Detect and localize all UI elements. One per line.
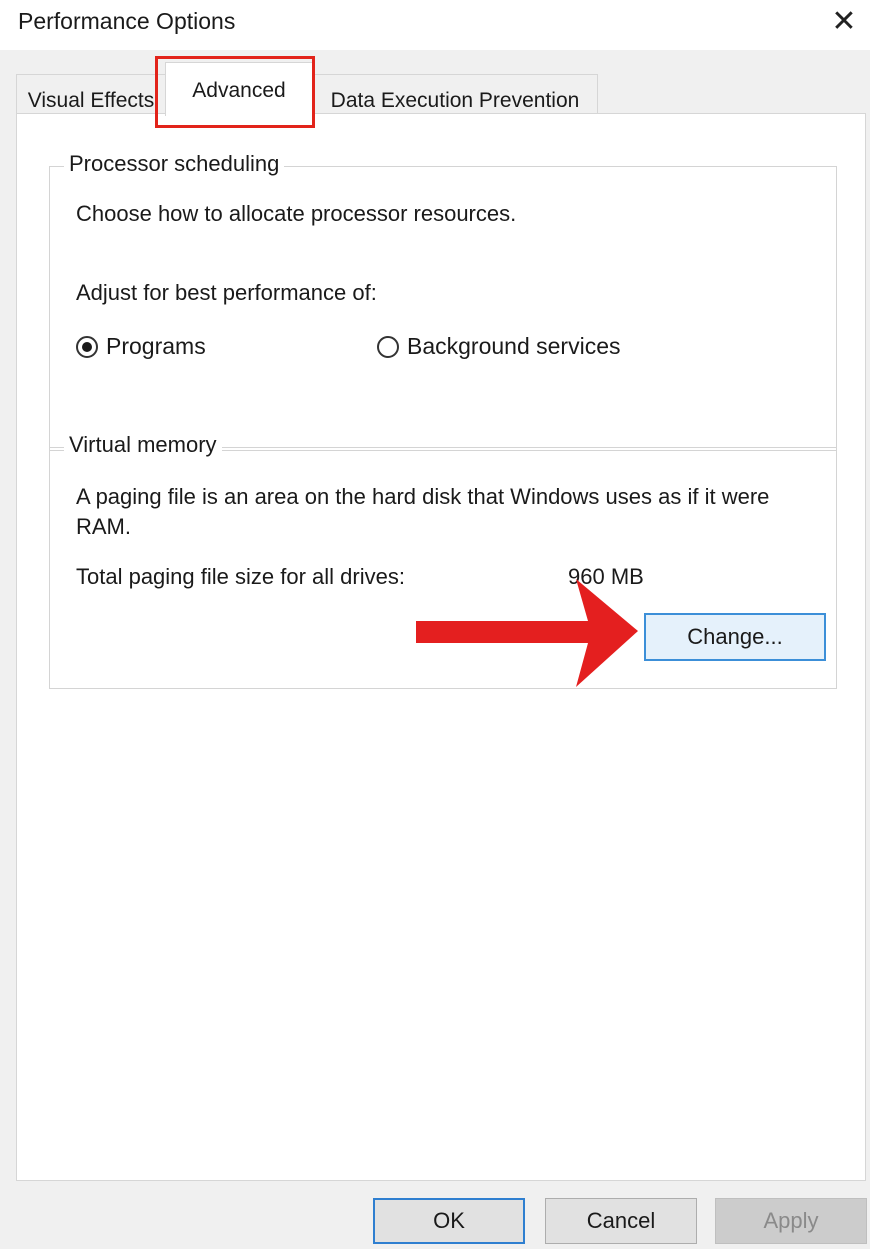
- processor-scheduling-group: Processor scheduling Choose how to alloc…: [49, 151, 837, 451]
- radio-checked-icon: [76, 335, 98, 358]
- ok-button[interactable]: OK: [373, 1198, 525, 1244]
- processor-scheduling-legend: Processor scheduling: [64, 151, 285, 177]
- close-icon[interactable]: ✕: [824, 2, 864, 42]
- advanced-tab-panel: Processor scheduling Choose how to alloc…: [16, 113, 866, 1181]
- title-bar: Performance Options ✕: [0, 0, 870, 50]
- radio-unchecked-icon: [377, 335, 399, 358]
- window-title: Performance Options: [18, 8, 236, 34]
- tab-data-execution-prevention[interactable]: Data Execution Prevention: [312, 74, 598, 114]
- apply-button[interactable]: Apply: [715, 1198, 867, 1244]
- programs-radio-label: Programs: [106, 333, 206, 359]
- virtual-memory-group: Virtual memory A paging file is an area …: [49, 432, 837, 689]
- tab-advanced[interactable]: Advanced: [165, 62, 313, 116]
- change-button[interactable]: Change...: [644, 613, 826, 661]
- cancel-button[interactable]: Cancel: [545, 1198, 697, 1244]
- programs-radio[interactable]: Programs: [76, 333, 206, 360]
- processor-description: Choose how to allocate processor resourc…: [76, 201, 517, 226]
- virtual-memory-description: A paging file is an area on the hard dis…: [76, 484, 770, 539]
- total-paging-value: 960 MB: [568, 564, 644, 589]
- adjust-performance-label: Adjust for best performance of:: [76, 280, 377, 305]
- background-services-radio-label: Background services: [407, 333, 621, 359]
- background-services-radio[interactable]: Background services: [377, 333, 621, 360]
- total-paging-label: Total paging file size for all drives:: [76, 564, 405, 589]
- tab-visual-effects[interactable]: Visual Effects: [16, 74, 166, 114]
- virtual-memory-legend: Virtual memory: [64, 432, 222, 458]
